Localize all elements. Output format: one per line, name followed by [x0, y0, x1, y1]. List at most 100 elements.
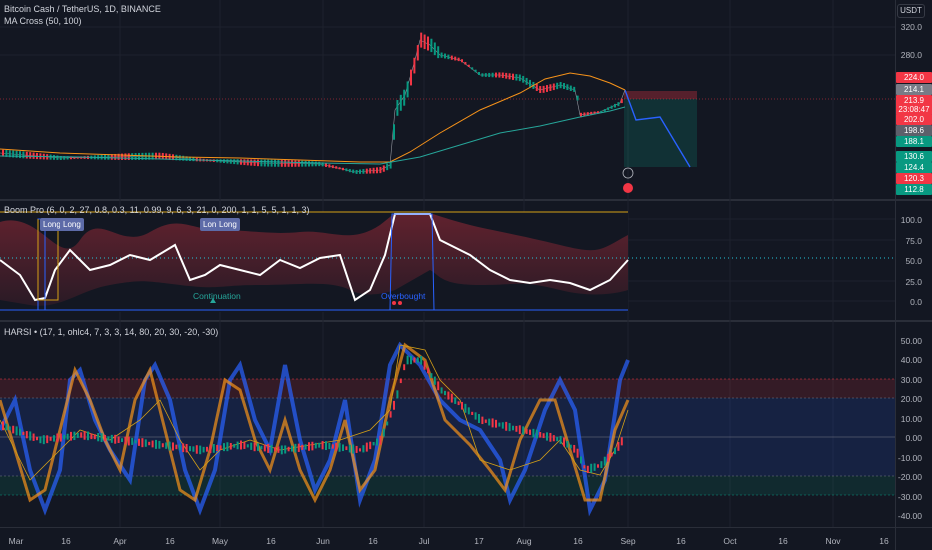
- candle: [410, 69, 412, 86]
- harsi-tick: -10.00: [897, 453, 922, 463]
- harsi-candle: [104, 434, 106, 442]
- harsi-candle: [342, 444, 344, 452]
- harsi-candle: [158, 440, 161, 449]
- harsi-candle: [212, 444, 215, 453]
- harsi-candle: [63, 434, 66, 440]
- ma-cross-legend[interactable]: MA Cross (50, 100): [4, 16, 82, 26]
- harsi-candle: [297, 443, 300, 452]
- harsi-candle: [49, 436, 52, 441]
- boom-tick: 100.0: [900, 215, 922, 225]
- harsi-tick: 30.00: [900, 375, 922, 385]
- candle: [495, 72, 497, 78]
- candle: [365, 168, 368, 174]
- harsi-candle: [580, 456, 582, 464]
- harsi-candle: [46, 435, 49, 444]
- harsi-candle: [338, 442, 341, 452]
- candle: [488, 72, 491, 78]
- boom-pro-legend[interactable]: Boom Pro (6, 0, 2, 27, 0.8, 0.3, 11, 0.9…: [4, 205, 310, 215]
- candle: [257, 159, 259, 167]
- harsi-candle: [362, 445, 365, 453]
- harsi-candle: [539, 431, 542, 438]
- candle: [481, 73, 484, 77]
- harsi-candle: [325, 441, 327, 451]
- price-tag: 120.3: [896, 173, 932, 184]
- candle: [124, 153, 127, 160]
- harsi-candle: [97, 433, 100, 442]
- candle: [515, 74, 518, 81]
- harsi-candle: [2, 421, 4, 431]
- harsi-candle: [107, 436, 110, 441]
- harsi-candle: [53, 435, 55, 442]
- harsi-candle: [335, 442, 338, 451]
- harsi-candle: [559, 435, 562, 444]
- harsi-legend[interactable]: HARSI • (17, 1, ohlc4, 7, 3, 3, 14, 80, …: [4, 327, 218, 337]
- candle: [318, 161, 321, 167]
- harsi-candle: [321, 441, 324, 450]
- harsi-candle: [83, 431, 86, 440]
- harsi-candle: [498, 422, 501, 427]
- harsi-candle: [270, 444, 273, 453]
- price-tag: 202.0: [896, 114, 932, 125]
- harsi-candle: [518, 425, 521, 435]
- price-tick: 280.0: [900, 50, 922, 60]
- harsi-candle: [267, 443, 270, 453]
- harsi-candle: [610, 452, 613, 457]
- harsi-candle: [549, 432, 552, 442]
- harsi-candle: [250, 442, 253, 450]
- candle: [549, 84, 552, 92]
- candle: [569, 85, 572, 91]
- candle: [437, 46, 440, 59]
- candle: [512, 73, 514, 80]
- symbol-title[interactable]: Bitcoin Cash / TetherUS, 1D, BINANCE: [4, 4, 161, 14]
- candle: [478, 72, 480, 75]
- candle: [474, 69, 477, 73]
- harsi-candle: [433, 376, 436, 385]
- candle: [342, 167, 344, 171]
- long-signal-label: Long: [216, 218, 240, 231]
- candle: [444, 53, 446, 59]
- harsi-candle: [593, 463, 596, 471]
- candle: [427, 36, 429, 51]
- harsi-candle: [175, 444, 178, 450]
- time-tick: 16: [368, 536, 378, 546]
- harsi-candle: [437, 381, 440, 391]
- time-tick: 16: [778, 536, 788, 546]
- harsi-candle: [73, 431, 76, 441]
- candle: [192, 157, 195, 162]
- candle: [552, 83, 555, 91]
- candle: [491, 72, 494, 78]
- candle: [573, 86, 576, 92]
- harsi-candle: [15, 426, 18, 436]
- candle: [29, 152, 32, 159]
- harsi-candle: [440, 387, 443, 394]
- harsi-candle: [430, 373, 433, 379]
- harsi-candle: [274, 447, 276, 452]
- harsi-tick: 10.00: [900, 414, 922, 424]
- candle: [501, 72, 504, 79]
- candle-bodies: [2, 32, 623, 174]
- harsi-candle: [590, 463, 593, 473]
- harsi-candle: [583, 465, 586, 469]
- harsi-candle: [287, 446, 290, 452]
- harsi-candle: [573, 444, 576, 453]
- harsi-candle: [138, 438, 140, 446]
- harsi-candle: [121, 438, 123, 442]
- harsi-candle: [586, 465, 589, 474]
- harsi-candle: [301, 444, 304, 450]
- chart-canvas[interactable]: [0, 0, 895, 527]
- candle: [376, 167, 378, 174]
- harsi-candle: [556, 436, 559, 442]
- candle: [522, 75, 525, 83]
- time-axis-divider: [0, 527, 932, 528]
- currency-button[interactable]: USDT: [897, 4, 925, 18]
- candle: [610, 105, 613, 109]
- harsi-candle: [165, 442, 168, 449]
- harsi-candle: [600, 461, 603, 469]
- candle: [226, 159, 229, 164]
- harsi-candle: [416, 357, 419, 363]
- harsi-candle: [467, 407, 470, 415]
- harsi-candle: [345, 446, 348, 451]
- harsi-candle: [70, 431, 72, 441]
- harsi-candle: [369, 441, 372, 450]
- candle: [335, 166, 338, 169]
